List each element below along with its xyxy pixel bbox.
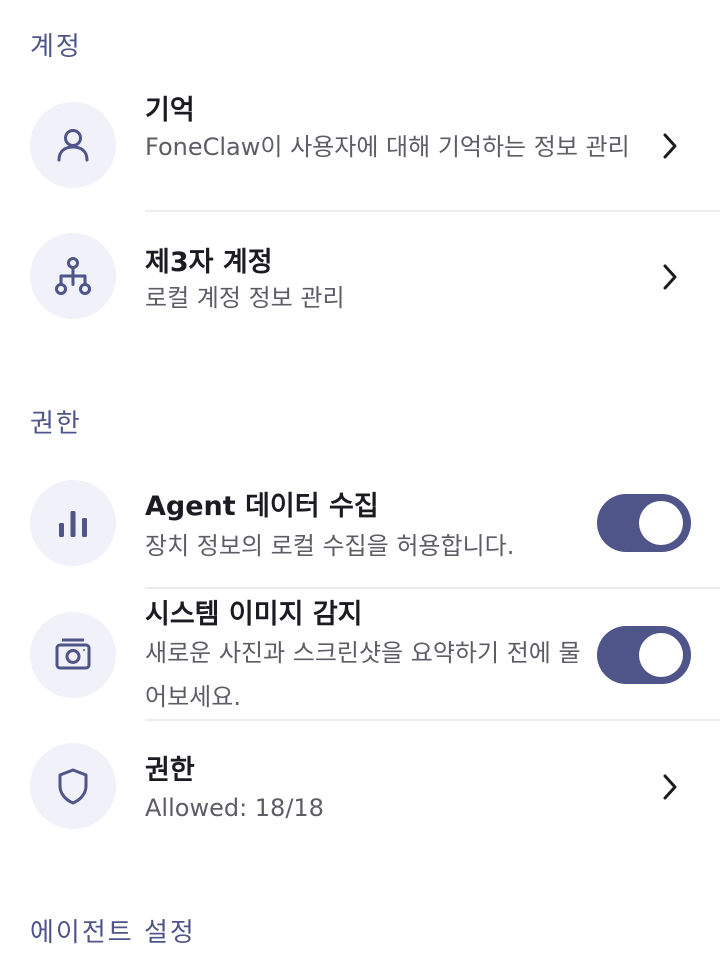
memory-subtitle: FoneClaw이 사용자에 대해 기억하는 정보 관리 — [145, 133, 630, 161]
settings-screen: 계정 기억 FoneClaw이 사용자에 대해 기억하는 정보 관리 제3자 계… — [0, 0, 720, 960]
third-party-title: 제3자 계정 — [145, 247, 273, 278]
agent-data-icon-container — [30, 480, 116, 566]
toggle-knob — [639, 633, 683, 677]
chevron-right-icon — [663, 264, 677, 290]
divider — [145, 719, 720, 721]
settings-row-permissions[interactable]: 권한 Allowed: 18/18 — [0, 724, 720, 844]
person-icon — [57, 129, 89, 162]
settings-row-third-party-accounts[interactable]: 제3자 계정 로컬 계정 정보 관리 — [0, 216, 720, 336]
third-party-subtitle: 로컬 계정 정보 관리 — [145, 284, 345, 312]
settings-row-system-image-detection: 시스템 이미지 감지 새로운 사진과 스크린샷을 요약하기 전에 물어보세요. — [0, 590, 720, 720]
agent-data-toggle[interactable] — [597, 494, 691, 552]
bar-chart-icon — [59, 511, 87, 537]
agent-data-title: Agent 데이터 수집 — [145, 491, 379, 522]
toggle-knob — [639, 501, 683, 545]
shield-icon — [58, 768, 88, 805]
chevron-right-icon — [663, 774, 677, 800]
section-header-agent-settings: 에이전트 설정 — [30, 918, 196, 948]
divider — [145, 210, 720, 212]
system-image-title: 시스템 이미지 감지 — [145, 599, 363, 630]
permissions-title: 권한 — [145, 755, 195, 786]
third-party-icon-container — [30, 233, 116, 319]
system-image-subtitle: 새로운 사진과 스크린샷을 요약하기 전에 물어보세요. — [145, 639, 581, 711]
agent-data-subtitle: 장치 정보의 로컬 수집을 허용합니다. — [145, 532, 515, 560]
permissions-icon-container — [30, 743, 116, 829]
chevron-right-icon — [663, 133, 677, 159]
settings-row-agent-data-collection: Agent 데이터 수집 장치 정보의 로컬 수집을 허용합니다. — [0, 466, 720, 586]
permissions-subtitle: Allowed: 18/18 — [145, 794, 324, 822]
hierarchy-icon — [55, 257, 91, 295]
system-image-icon-container — [30, 612, 116, 698]
camera-icon — [55, 638, 91, 670]
memory-title: 기억 — [145, 95, 195, 126]
memory-icon-container — [30, 102, 116, 188]
system-image-toggle[interactable] — [597, 626, 691, 684]
section-header-permissions: 권한 — [30, 409, 82, 439]
settings-row-memory[interactable]: 기억 FoneClaw이 사용자에 대해 기억하는 정보 관리 — [0, 84, 720, 212]
divider — [145, 587, 720, 589]
section-header-account: 계정 — [30, 32, 82, 62]
